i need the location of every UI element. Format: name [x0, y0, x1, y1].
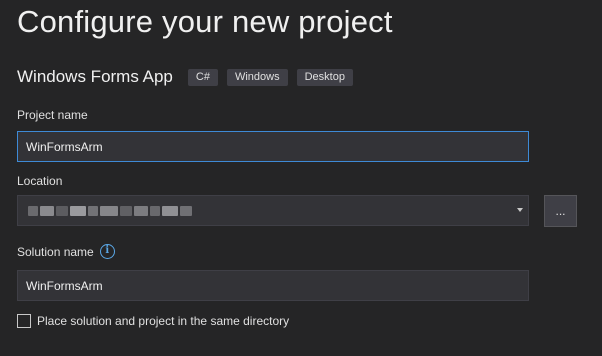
tag-platform: Windows	[226, 68, 288, 86]
tag-project-type: Desktop	[296, 68, 353, 86]
template-name: Windows Forms App	[17, 67, 173, 86]
solution-name-input[interactable]	[17, 270, 529, 301]
chevron-down-icon[interactable]	[517, 208, 523, 212]
same-directory-checkbox[interactable]	[17, 314, 31, 328]
same-directory-label[interactable]: Place solution and project in the same d…	[37, 314, 289, 328]
browse-location-button[interactable]: ...	[544, 195, 577, 227]
location-path-redacted	[28, 204, 194, 218]
location-label: Location	[17, 174, 63, 188]
location-dropdown[interactable]	[17, 195, 529, 226]
solution-name-label: Solution name i	[17, 244, 115, 259]
template-summary: Windows Forms App C# Windows Desktop	[17, 66, 362, 88]
tag-language: C#	[187, 68, 218, 86]
project-name-input[interactable]	[17, 131, 529, 162]
solution-name-label-text: Solution name	[17, 244, 94, 259]
page-title: Configure your new project	[17, 4, 393, 39]
info-icon[interactable]: i	[99, 244, 115, 259]
same-directory-option[interactable]: Place solution and project in the same d…	[17, 314, 289, 328]
configure-project-page: Configure your new project Windows Forms…	[0, 0, 602, 356]
project-name-label: Project name	[17, 108, 88, 122]
